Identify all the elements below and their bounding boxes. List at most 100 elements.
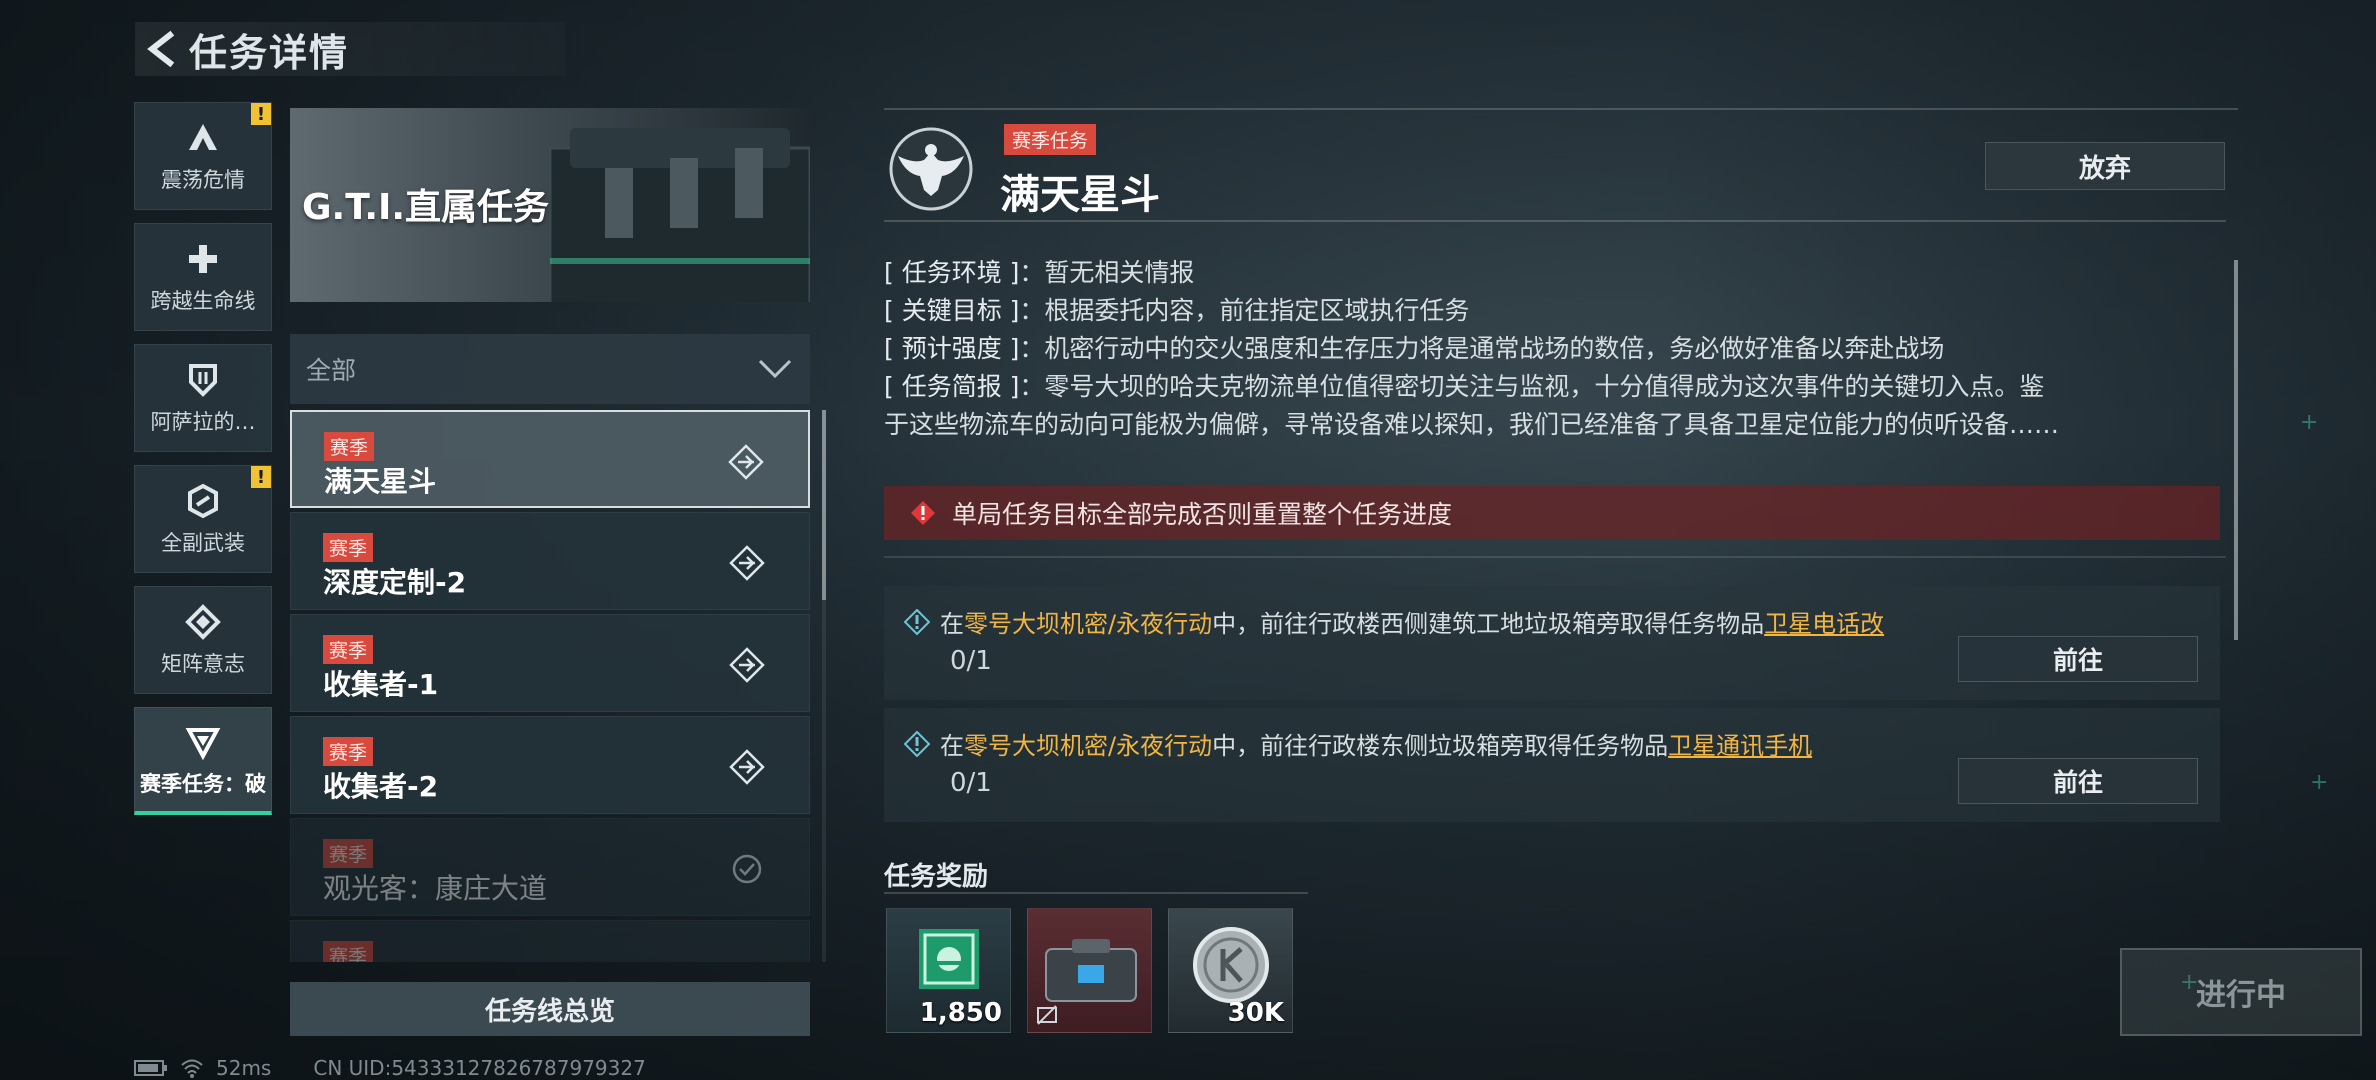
objective-progress: 0/1 bbox=[950, 646, 992, 676]
divider bbox=[884, 108, 2238, 110]
track-target-icon[interactable] bbox=[729, 647, 765, 683]
cross-icon bbox=[183, 239, 223, 279]
category-matrix[interactable]: 矩阵意志 bbox=[134, 586, 272, 694]
task-list: 赛季 满天星斗 赛季 深度定制-2 赛季 收集者-1 赛季 收集者-2 赛季 观… bbox=[290, 410, 810, 962]
objective-item-link[interactable]: 卫星通讯手机 bbox=[1668, 726, 1812, 761]
info-diamond-icon bbox=[904, 730, 930, 757]
ping-value: 52ms bbox=[216, 1056, 272, 1080]
objective-row: 在零号大坝机密/永夜行动 中，前往行政楼西侧建筑工地垃圾箱旁取得任务物品 卫星电话改… bbox=[884, 586, 2220, 700]
season-tag: 赛季 bbox=[323, 635, 374, 664]
task-info: [ 任务环境 ]：暂无相关情报 [ 关键目标 ]：根据委托内容，前往指定区域执行… bbox=[884, 254, 2204, 444]
banner-title: G.T.I.直属任务 bbox=[302, 187, 550, 228]
category-lifeline[interactable]: 跨越生命线 bbox=[134, 223, 272, 331]
status-bar: 52ms CN UID:5433312782678797932​7 bbox=[134, 1056, 646, 1080]
decor-plus-icon: + bbox=[2300, 410, 2319, 435]
task-detail-panel: 赛季任务 满天星斗 放弃 [ 任务环境 ]：暂无相关情报 [ 关键目标 ]：根据… bbox=[884, 108, 2362, 1048]
season-tag: 赛季 bbox=[323, 941, 374, 962]
objective-location: 零号大坝机密/永夜行动 bbox=[964, 610, 1213, 638]
objective-text: 在零号大坝机密/永夜行动 中，前往行政楼西侧建筑工地垃圾箱旁取得任务物品 卫星电话改 bbox=[904, 604, 1884, 639]
category-season[interactable]: 赛季任务：破 bbox=[134, 707, 272, 815]
not-tradable-icon bbox=[1037, 1005, 1057, 1025]
eagle-emblem-icon bbox=[889, 127, 973, 211]
task-title: 满天星斗 bbox=[1000, 172, 1160, 218]
task-row[interactable]: 赛季 收集者-1 bbox=[290, 614, 810, 712]
season-task-tag: 赛季任务 bbox=[1004, 124, 1097, 155]
track-target-icon[interactable] bbox=[729, 545, 765, 581]
task-name: 观光客：康庄大道 bbox=[323, 872, 548, 905]
task-filter-dropdown[interactable]: 全部 bbox=[290, 334, 810, 404]
page-header: 任务详情 bbox=[135, 22, 565, 76]
alert-icon bbox=[911, 501, 935, 525]
player-uid: CN UID:5433312782678797932​7 bbox=[313, 1056, 646, 1080]
objective-text: 在零号大坝机密/永夜行动 中，前往行政楼东侧垃圾箱旁取得任务物品 卫星通讯手机 bbox=[904, 726, 1812, 761]
task-row[interactable]: 赛季 观光客：康庄大道 bbox=[290, 818, 810, 916]
info-environment: [ 任务环境 ]：暂无相关情报 bbox=[884, 258, 1195, 287]
objective-row: 在零号大坝机密/永夜行动 中，前往行政楼东侧垃圾箱旁取得任务物品 卫星通讯手机 0/… bbox=[884, 708, 2220, 822]
category-nav: ! 震荡危情 跨越生命线 阿萨拉的… ! 全副武装 矩阵意志 赛季任务：破 bbox=[134, 102, 272, 828]
task-row[interactable]: 赛季 满天星斗 bbox=[290, 410, 810, 508]
season-tag: 赛季 bbox=[323, 839, 374, 868]
task-row[interactable]: 赛季 深度定制-2 bbox=[290, 512, 810, 610]
track-target-icon[interactable] bbox=[728, 444, 764, 480]
category-label: 赛季任务：破 bbox=[140, 771, 266, 796]
reward-title: 任务奖励 bbox=[884, 862, 989, 892]
battery-icon bbox=[134, 1060, 167, 1076]
completed-check-icon bbox=[732, 854, 762, 884]
matrix-icon bbox=[183, 602, 223, 642]
objective-item-link[interactable]: 卫星电话改 bbox=[1764, 604, 1884, 639]
objective-progress: 0/1 bbox=[950, 768, 992, 798]
goto-button[interactable]: 前往 bbox=[1958, 758, 2198, 804]
detail-scrollbar[interactable] bbox=[2234, 260, 2238, 640]
category-asala[interactable]: 阿萨拉的… bbox=[134, 344, 272, 452]
reward-list: 1,850 30K bbox=[886, 908, 1293, 1033]
info-intensity: [ 预计强度 ]：机密行动中的交火强度和生存压力将是通常战场的数倍，务必做好准备… bbox=[884, 334, 1945, 363]
task-list-scrollbar[interactable] bbox=[822, 410, 826, 962]
category-label: 全副武装 bbox=[161, 531, 245, 555]
filter-selected: 全部 bbox=[306, 356, 357, 385]
back-arrow-icon[interactable] bbox=[135, 22, 189, 76]
category-label: 矩阵意志 bbox=[161, 652, 245, 676]
divider bbox=[884, 556, 2226, 558]
scrollbar-thumb[interactable] bbox=[822, 410, 826, 600]
season-tag: 赛季 bbox=[323, 533, 374, 562]
category-shock[interactable]: ! 震荡危情 bbox=[134, 102, 272, 210]
task-name: 深度定制-2 bbox=[323, 566, 467, 599]
shield-icon bbox=[183, 360, 223, 400]
task-name: 收集者-1 bbox=[323, 668, 439, 701]
season-tag: 赛季 bbox=[324, 432, 375, 461]
reward-item[interactable]: 30K bbox=[1168, 908, 1293, 1033]
reward-quantity: 30K bbox=[1227, 998, 1284, 1028]
warning-banner: 单局任务目标全部完成否则重置整个任务进度 bbox=[884, 486, 2220, 540]
season-icon bbox=[183, 722, 223, 762]
reward-item[interactable] bbox=[1027, 908, 1152, 1033]
category-label: 震荡危情 bbox=[161, 168, 245, 192]
page-title: 任务详情 bbox=[189, 30, 350, 75]
objective-location: 零号大坝机密/永夜行动 bbox=[964, 732, 1213, 760]
task-line-overview-button[interactable]: 任务线总览 bbox=[290, 982, 810, 1036]
track-target-icon[interactable] bbox=[729, 749, 765, 785]
warning-text: 单局任务目标全部完成否则重置整个任务进度 bbox=[952, 500, 1453, 529]
in-progress-button[interactable]: 进行中 bbox=[2120, 948, 2362, 1036]
category-label: 跨越生命线 bbox=[150, 289, 256, 313]
goto-button[interactable]: 前往 bbox=[1958, 636, 2198, 682]
wifi-icon bbox=[181, 1059, 203, 1078]
reward-item[interactable]: 1,850 bbox=[886, 908, 1011, 1033]
task-name: 收集者-2 bbox=[323, 770, 439, 803]
reward-quantity: 1,850 bbox=[919, 998, 1002, 1028]
decor-plus-icon: + bbox=[2310, 770, 2329, 795]
divider bbox=[884, 220, 2226, 222]
chevron-down-icon bbox=[758, 359, 792, 379]
divider bbox=[884, 892, 1308, 894]
shock-icon bbox=[183, 118, 223, 158]
scrollbar-thumb[interactable] bbox=[2234, 260, 2238, 640]
warning-badge-icon: ! bbox=[251, 103, 271, 125]
task-line-banner: G.T.I.直属任务 bbox=[290, 108, 810, 302]
task-row[interactable]: 赛季 bbox=[290, 920, 810, 962]
category-label: 阿萨拉的… bbox=[150, 410, 256, 434]
info-briefing: [ 任务简报 ]：零号大坝的哈夫克物流单位值得密切关注与监视，十分值得成为这次事… bbox=[884, 372, 2045, 401]
abandon-button[interactable]: 放弃 bbox=[1985, 142, 2225, 190]
category-armed[interactable]: ! 全副武装 bbox=[134, 465, 272, 573]
info-key-objective: [ 关键目标 ]：根据委托内容，前往指定区域执行任务 bbox=[884, 296, 1470, 325]
task-row[interactable]: 赛季 收集者-2 bbox=[290, 716, 810, 814]
task-name: 满天星斗 bbox=[324, 465, 437, 498]
